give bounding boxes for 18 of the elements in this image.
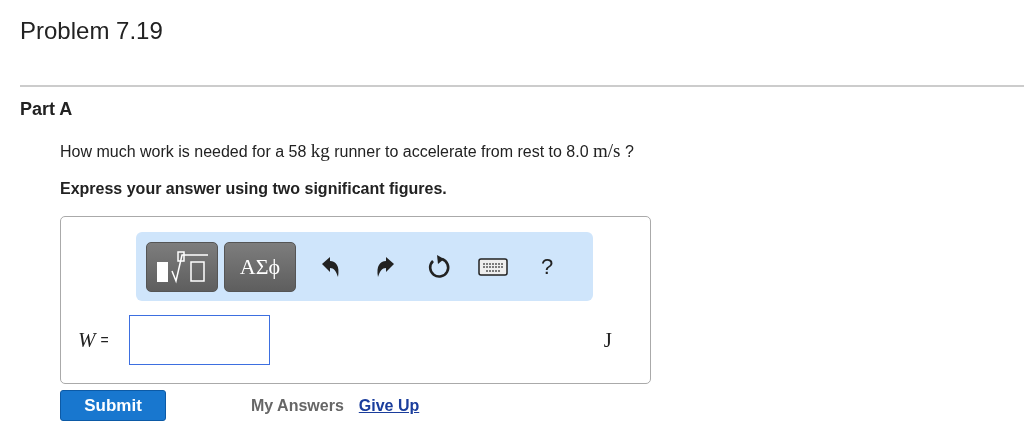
keyboard-icon — [478, 257, 508, 276]
help-button[interactable]: ? — [522, 241, 572, 292]
submit-button[interactable]: Submit — [60, 390, 166, 421]
instruction-text: Express your answer using two significant figures. — [60, 180, 448, 198]
undo-icon — [321, 255, 341, 278]
reset-icon — [427, 253, 451, 280]
variable-label: W — [78, 327, 96, 353]
problem-title: Problem 7.19 — [20, 16, 164, 46]
part-label: Part A — [20, 99, 74, 120]
redo-icon — [375, 255, 395, 278]
give-up-link[interactable]: Give Up — [358, 396, 420, 415]
symbols-button[interactable]: ΑΣϕ — [224, 241, 296, 292]
answer-field[interactable] — [128, 315, 270, 365]
templates-button[interactable] — [146, 241, 218, 292]
question-text: How much work is needed for a 58 kg runner to accelerate from rest to 8.0 m/s ? — [60, 140, 635, 162]
equals-sign: = — [100, 332, 109, 348]
unit-label: J — [603, 327, 612, 353]
my-answers-label: My Answers — [251, 396, 344, 415]
